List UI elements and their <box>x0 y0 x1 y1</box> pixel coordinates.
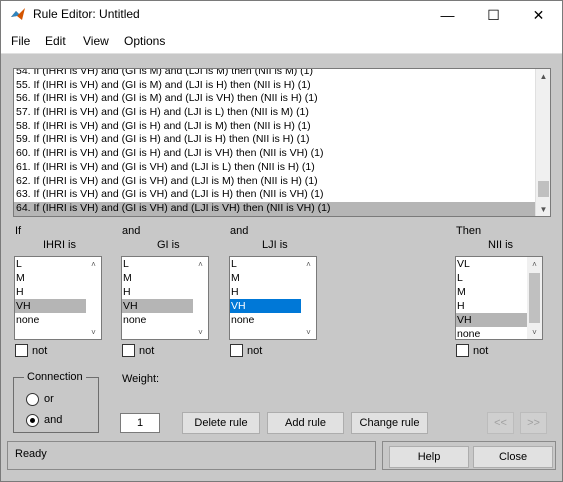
menu-view[interactable]: View <box>83 34 109 48</box>
and-radio[interactable] <box>26 414 39 427</box>
status-bar: Ready <box>7 441 376 470</box>
not-label: not <box>473 345 489 357</box>
rule-item[interactable]: 54. If (IHRI is VH) and (GI is M) and (L… <box>14 69 550 79</box>
listbox-scrollbar[interactable]: ˄ ˅ <box>193 257 208 339</box>
chevron-down-icon[interactable]: ˅ <box>301 325 316 339</box>
rule-item[interactable]: 56. If (IHRI is VH) and (GI is M) and (L… <box>14 92 550 106</box>
add-rule-button[interactable]: Add rule <box>267 412 344 434</box>
menu-edit[interactable]: Edit <box>45 34 66 48</box>
rule-item[interactable]: 61. If (IHRI is VH) and (GI is VH) and (… <box>14 161 550 175</box>
scroll-up-icon[interactable]: ▲ <box>536 69 550 83</box>
close-button[interactable]: Close <box>473 446 553 468</box>
listbox-scrollbar[interactable]: ˄ ˅ <box>527 257 542 339</box>
window-title: Rule Editor: Untitled <box>33 7 140 21</box>
and-label: and <box>122 225 141 237</box>
scroll-thumb[interactable] <box>538 181 549 197</box>
input1-name: IHRI is <box>43 239 76 251</box>
bottom-button-bar: Help Close <box>382 441 556 470</box>
chevron-up-icon[interactable]: ˄ <box>527 257 542 271</box>
rule-editor-window: Rule Editor: Untitled — ☐ ✕ File Edit Vi… <box>0 0 563 482</box>
and-radio-label: and <box>44 414 63 426</box>
close-window-button[interactable]: ✕ <box>516 1 561 29</box>
change-rule-button[interactable]: Change rule <box>351 412 428 434</box>
minimize-button[interactable]: — <box>425 1 470 29</box>
help-button[interactable]: Help <box>389 446 469 468</box>
rule-item[interactable]: 63. If (IHRI is VH) and (GI is VH) and (… <box>14 188 550 202</box>
or-radio[interactable] <box>26 393 39 406</box>
chevron-up-icon[interactable]: ˄ <box>86 257 101 271</box>
rules-listbox[interactable]: 54. If (IHRI is VH) and (GI is M) and (L… <box>13 68 551 217</box>
input2-name: GI is <box>157 239 180 251</box>
then-label: Then <box>456 225 482 237</box>
input1-listbox[interactable]: L M H VH none ˄ ˅ <box>14 256 102 340</box>
and-label-2: and <box>230 225 249 237</box>
not-checkbox-input3[interactable] <box>230 344 243 357</box>
rule-item[interactable]: 58. If (IHRI is VH) and (GI is H) and (L… <box>14 120 550 134</box>
not-label: not <box>32 345 48 357</box>
title-bar: Rule Editor: Untitled — ☐ ✕ <box>1 1 562 29</box>
rules-scrollbar[interactable]: ▲ ▼ <box>535 69 550 216</box>
rules-container: 54. If (IHRI is VH) and (GI is M) and (L… <box>14 69 550 216</box>
connection-title: Connection <box>24 371 86 383</box>
scroll-thumb[interactable] <box>529 273 540 323</box>
or-label: or <box>44 393 54 405</box>
if-label: If <box>15 225 22 237</box>
not-checkbox-output1[interactable] <box>456 344 469 357</box>
matlab-app-icon <box>11 8 25 20</box>
menu-options[interactable]: Options <box>124 34 165 48</box>
not-label: not <box>247 345 263 357</box>
radio-dot-icon <box>30 418 35 423</box>
menu-bar: File Edit View Options <box>1 29 562 54</box>
status-text: Ready <box>15 448 47 460</box>
chevron-down-icon[interactable]: ˅ <box>86 325 101 339</box>
chevron-up-icon[interactable]: ˄ <box>193 257 208 271</box>
rule-item[interactable]: 55. If (IHRI is VH) and (GI is M) and (L… <box>14 79 550 93</box>
rule-item[interactable]: 60. If (IHRI is VH) and (GI is H) and (L… <box>14 147 550 161</box>
rule-item[interactable]: 59. If (IHRI is VH) and (GI is H) and (L… <box>14 133 550 147</box>
prev-button[interactable]: << <box>487 412 514 434</box>
scroll-down-icon[interactable]: ▼ <box>536 202 550 216</box>
rule-item[interactable]: 57. If (IHRI is VH) and (GI is H) and (L… <box>14 106 550 120</box>
menu-file[interactable]: File <box>11 34 30 48</box>
rule-item-selected[interactable]: 64. If (IHRI is VH) and (GI is VH) and (… <box>14 201 550 216</box>
delete-rule-button[interactable]: Delete rule <box>182 412 260 434</box>
not-label: not <box>139 345 155 357</box>
listbox-scrollbar[interactable]: ˄ ˅ <box>86 257 101 339</box>
maximize-button[interactable]: ☐ <box>471 1 516 29</box>
output1-name: NII is <box>488 239 514 251</box>
not-checkbox-input1[interactable] <box>15 344 28 357</box>
next-button[interactable]: >> <box>520 412 547 434</box>
connection-group: Connection or and <box>13 371 99 433</box>
weight-label: Weight: <box>122 373 160 385</box>
output1-listbox[interactable]: VL L M H VH none ˄ ˅ <box>455 256 543 340</box>
input2-listbox[interactable]: L M H VH none ˄ ˅ <box>121 256 209 340</box>
not-checkbox-input2[interactable] <box>122 344 135 357</box>
weight-input[interactable]: 1 <box>120 413 160 433</box>
chevron-down-icon[interactable]: ˅ <box>193 325 208 339</box>
chevron-up-icon[interactable]: ˄ <box>301 257 316 271</box>
input3-name: LJI is <box>262 239 288 251</box>
input3-listbox[interactable]: L M H VH none ˄ ˅ <box>229 256 317 340</box>
listbox-scrollbar[interactable]: ˄ ˅ <box>301 257 316 339</box>
chevron-down-icon[interactable]: ˅ <box>527 325 542 339</box>
rule-item[interactable]: 62. If (IHRI is VH) and (GI is VH) and (… <box>14 175 550 189</box>
